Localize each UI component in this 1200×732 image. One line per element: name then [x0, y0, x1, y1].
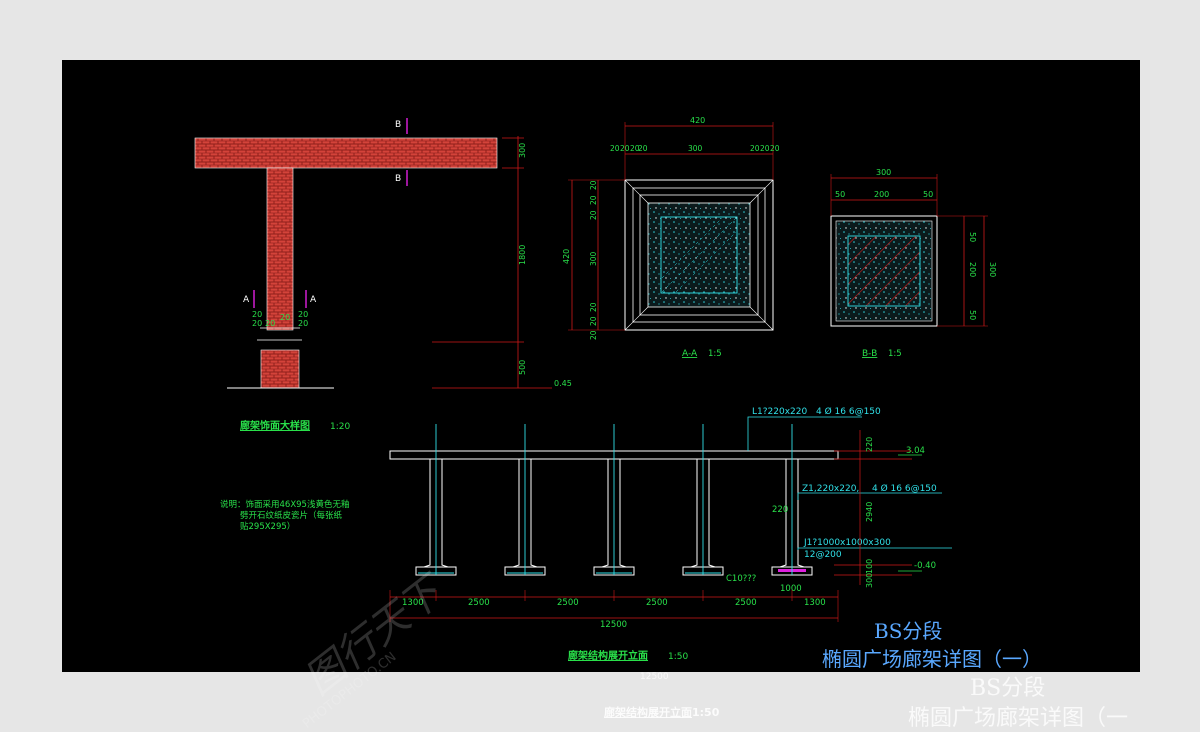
title-block-line-2: 椭圆广场廊架详图（一） — [822, 647, 1042, 671]
section-bb-dim-t3: 50 — [923, 190, 933, 199]
detail-scale: 1:20 — [330, 422, 350, 432]
section-bb-dim-t2: 200 — [874, 190, 889, 199]
section-bb-dim-300: 300 — [876, 168, 891, 177]
section-bb-title: B-B — [862, 349, 877, 359]
section-aa-dim-l6: 20 — [589, 302, 598, 312]
detail-note-line-3: 贴295X295） — [240, 521, 295, 532]
section-aa-dim-t6: 20 — [750, 144, 760, 153]
detail-section-b-label-2: B — [395, 174, 401, 184]
ghost-elevation-title-text: 廊架结构展开立面 — [604, 706, 692, 719]
section-aa-scale: 1:5 — [708, 349, 722, 359]
section-bb-dim-r2: 200 — [968, 262, 977, 277]
section-aa-dim-t7: 20 — [760, 144, 770, 153]
section-aa-dim-300: 300 — [688, 144, 703, 153]
elevation-scale: 1:50 — [668, 652, 688, 662]
ghost-title-line-2: 椭圆广场廊架详图（一 — [908, 706, 1129, 731]
ghost-elevation-title: 廊架结构展开立面1:50 — [604, 704, 719, 720]
elevation-dim-b2: 2500 — [468, 598, 490, 608]
elevation-beam-rebar: 4 Ø 16 6@150 — [816, 406, 881, 417]
section-aa-drawing: 420 20 20 20 20 300 20 20 20 20 20 20 42… — [562, 116, 780, 359]
cad-drawing-canvas: B B A A 20 20 20 20 20 20 300 1800 500 0… — [62, 60, 1140, 672]
section-aa-core — [647, 202, 751, 308]
section-aa-dim-t4: 20 — [638, 144, 648, 153]
detail-section-a-label-2: A — [310, 295, 317, 305]
elevation-dim-b3: 2500 — [557, 598, 579, 608]
detail-note-line-2: 劈开石纹纸皮瓷片（每张纸 — [240, 510, 343, 521]
detail-dim-small-3: 20 — [265, 319, 275, 328]
elevation-column-label: Z1,220x220, — [802, 484, 859, 494]
elevation-title: 廊架结构展开立面 — [568, 649, 648, 662]
section-aa-dim-l7: 20 — [589, 316, 598, 326]
elevation-dim-2940: 2940 — [865, 502, 874, 522]
detail-dim-1800: 1800 — [518, 245, 527, 265]
elevation-dim-220: 220 — [865, 437, 874, 452]
detail-dim-small-5: 20 — [298, 310, 308, 319]
section-aa-dim-t2: 20 — [620, 144, 630, 153]
section-aa-dim-l3: 20 — [589, 210, 598, 220]
detail-note-line-1: 说明：饰面采用46X95浅黄色无釉 — [220, 499, 349, 510]
detail-dim-small-4: 20 — [280, 313, 290, 322]
section-aa-dim-t1: 20 — [610, 144, 620, 153]
elevation-level-top: 3.04 — [906, 446, 925, 456]
section-aa-dim-l2: 20 — [589, 195, 598, 205]
detail-dim-small-1: 20 — [252, 310, 262, 319]
ghost-elevation-scale: 1:50 — [692, 706, 720, 719]
elevation-footing-rebar: 12@200 — [804, 550, 842, 560]
elevation-dim-total: 12500 — [600, 620, 627, 630]
detail-title: 廊架饰面大样图 — [240, 419, 310, 432]
section-aa-dim-420-v: 420 — [562, 249, 571, 264]
elevation-dim-300: 300 — [865, 573, 874, 588]
section-bb-dim-r1: 50 — [968, 232, 977, 242]
detail-level-045: 0.45 — [554, 379, 572, 388]
section-aa-dim-420: 420 — [690, 116, 705, 125]
detail-dim-500: 500 — [518, 360, 527, 375]
detail-dim-small-2: 20 — [252, 319, 262, 328]
section-bb-scale: 1:5 — [888, 349, 902, 359]
elevation-column-size: 220 — [772, 505, 788, 515]
ghost-title-line-1: BS分段 — [970, 676, 1046, 701]
detail-dim-300: 300 — [518, 143, 527, 158]
elevation-level-bottom: -0.40 — [914, 561, 936, 571]
detail-section-b-label: B — [395, 120, 401, 130]
elevation-dim-b5: 2500 — [735, 598, 757, 608]
detail-drawing: B B A A 20 20 20 20 20 20 300 1800 500 0… — [194, 118, 572, 532]
section-bb-drawing: 300 50 200 50 50 200 50 300 B-B 1:5 — [830, 168, 997, 359]
ghost-number: 12500 — [640, 672, 669, 682]
detail-beam — [194, 137, 498, 169]
detail-column-base — [260, 349, 300, 389]
section-aa-title: A-A — [682, 349, 698, 359]
section-bb-dim-t1: 50 — [835, 190, 845, 199]
section-aa-dim-l8: 20 — [589, 330, 598, 340]
elevation-dim-b6: 1300 — [804, 598, 826, 608]
elevation-concrete: C10??? — [726, 574, 756, 584]
elevation-footing-width: 1000 — [780, 584, 802, 594]
elevation-dim-100: 100 — [865, 559, 874, 574]
title-block-line-1: BS分段 — [874, 619, 942, 643]
section-aa-dim-300-v: 300 — [589, 251, 598, 266]
section-bb-dim-r3: 50 — [968, 310, 977, 320]
elevation-footing-label: J1?1000x1000x300 — [803, 538, 891, 548]
elevation-dim-b4: 2500 — [646, 598, 668, 608]
detail-section-a-label: A — [243, 295, 250, 305]
elevation-column-rebar: 4 Ø 16 6@150 — [872, 483, 937, 494]
elevation-beam-label: L1?220x220 — [752, 407, 807, 417]
detail-column — [266, 167, 294, 331]
section-aa-dim-l1: 20 — [589, 180, 598, 190]
elevation-drawing: L1?220x220 4 Ø 16 6@150 Z1,220x220, 4 Ø … — [389, 406, 952, 662]
section-bb-dim-300-v: 300 — [988, 262, 997, 277]
cad-drawing: B B A A 20 20 20 20 20 20 300 1800 500 0… — [194, 116, 1042, 671]
section-aa-dim-t8: 20 — [770, 144, 780, 153]
detail-dim-small-6: 20 — [298, 319, 308, 328]
title-block: BS分段 椭圆广场廊架详图（一） — [822, 619, 1042, 671]
